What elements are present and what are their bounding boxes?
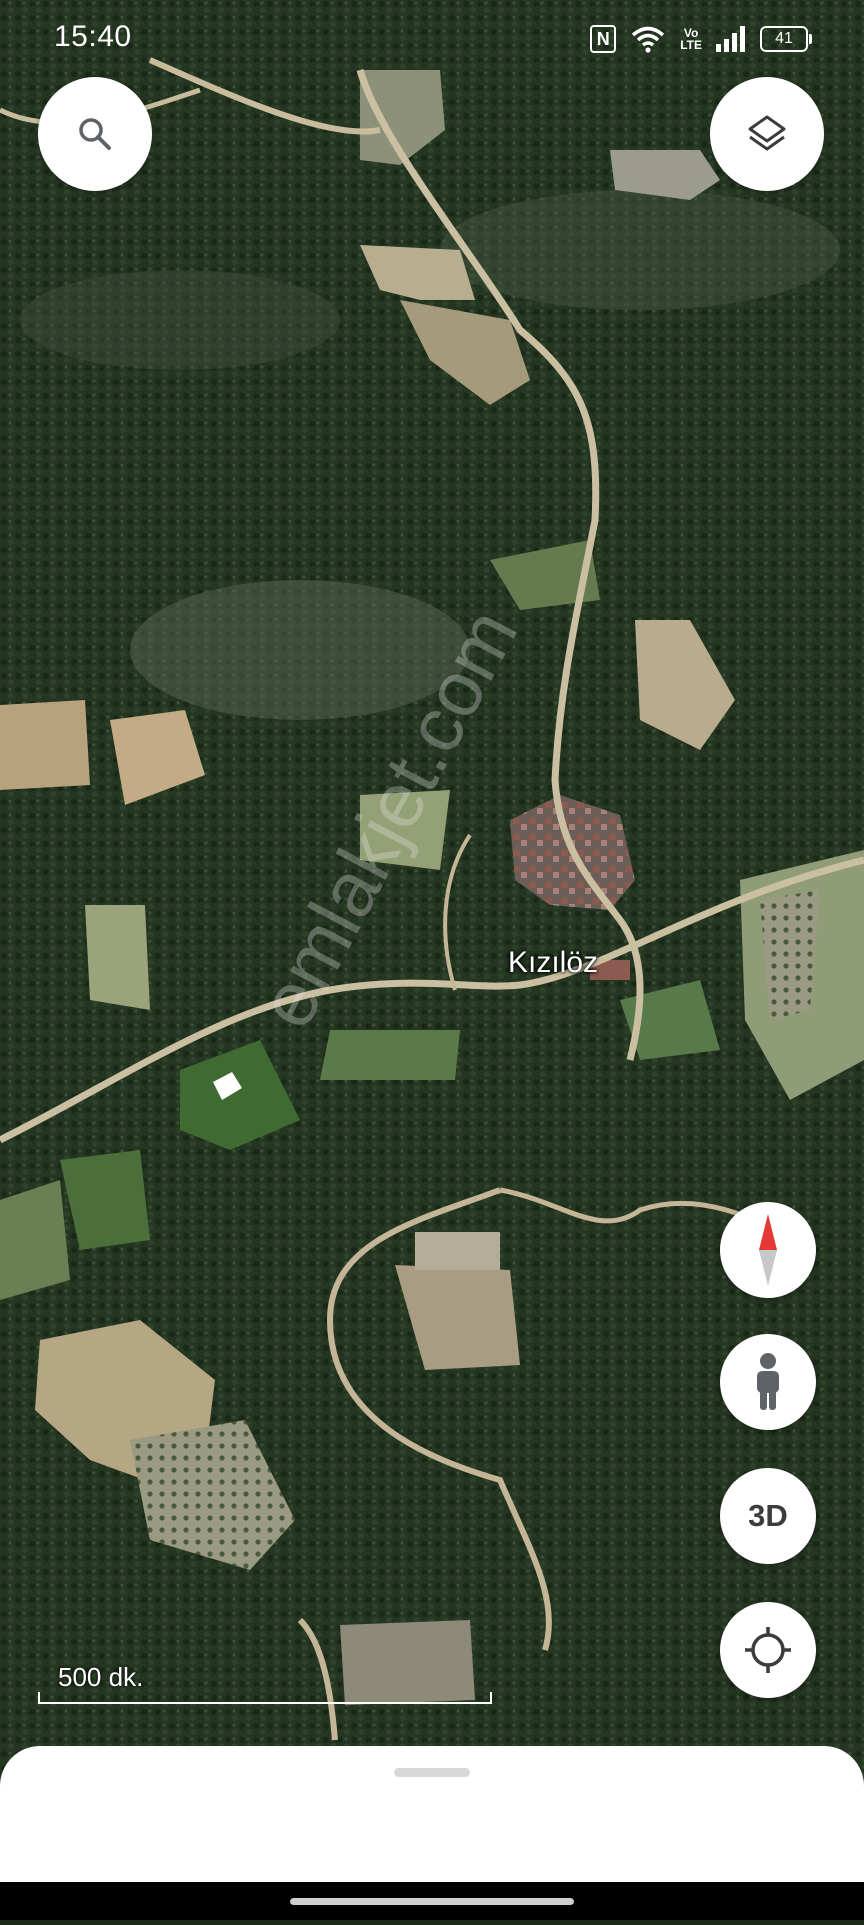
status-bar: 15:40 N Vo LTE 41 xyxy=(0,0,864,80)
layers-icon xyxy=(748,115,786,151)
status-icons: N Vo LTE 41 xyxy=(590,22,812,56)
scale-bar xyxy=(38,1692,492,1704)
scale-label: 500 dk. xyxy=(58,1662,144,1692)
wifi-icon xyxy=(632,26,665,53)
search-button[interactable] xyxy=(38,77,152,191)
compass-icon xyxy=(759,1214,777,1286)
home-gesture-pill[interactable] xyxy=(290,1898,574,1905)
nfc-icon: N xyxy=(590,25,617,53)
my-location-button[interactable] xyxy=(720,1602,816,1698)
3d-toggle-button[interactable]: 3D xyxy=(720,1468,816,1564)
battery-icon: 41 xyxy=(760,26,812,52)
bottom-sheet[interactable] xyxy=(0,1746,864,1882)
3d-label: 3D xyxy=(748,1498,788,1533)
scale-indicator: 500 dk. xyxy=(38,1662,492,1704)
layers-button[interactable] xyxy=(710,77,824,191)
my-location-icon xyxy=(745,1627,791,1673)
status-time: 15:40 xyxy=(54,20,132,53)
place-label[interactable]: Kızılöz xyxy=(508,946,598,980)
volte-icon: Vo LTE xyxy=(680,27,702,51)
system-nav-bar xyxy=(0,1882,864,1920)
sheet-drag-handle[interactable] xyxy=(394,1768,470,1777)
pegman-icon xyxy=(757,1353,779,1410)
search-icon xyxy=(79,118,111,150)
volte-bottom-label: LTE xyxy=(680,38,702,52)
compass-button[interactable] xyxy=(720,1202,816,1298)
signal-icon xyxy=(716,26,745,52)
street-view-button[interactable] xyxy=(720,1334,816,1430)
